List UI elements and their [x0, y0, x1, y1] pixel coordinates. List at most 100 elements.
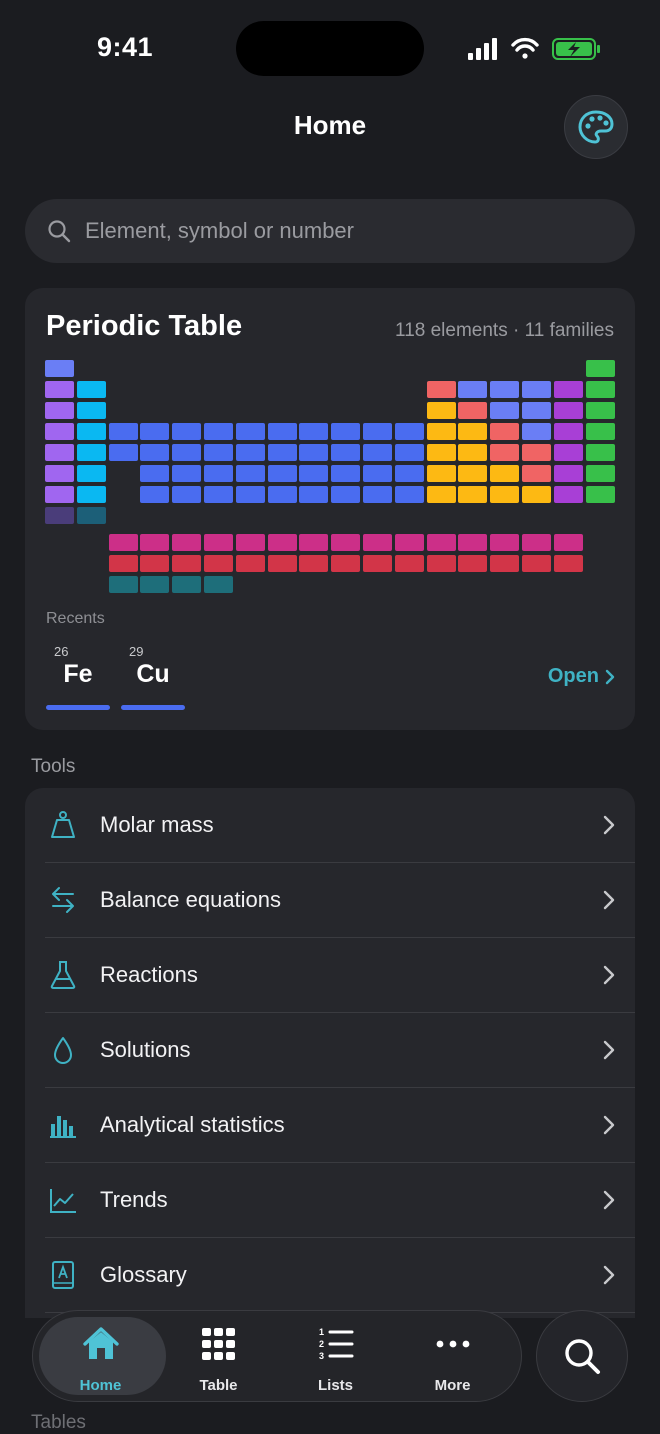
- element-symbol: Cu: [136, 660, 170, 688]
- search-bar[interactable]: [25, 199, 635, 263]
- tools-section-label: Tools: [31, 756, 76, 777]
- element-cell: [394, 555, 424, 572]
- grid-icon: [202, 1328, 235, 1360]
- status-icons: [468, 37, 600, 60]
- tab-home[interactable]: Home: [33, 1311, 166, 1401]
- element-cell: [363, 444, 392, 461]
- element-cell: [76, 507, 106, 524]
- tool-row-glossary[interactable]: Glossary: [25, 1238, 635, 1313]
- tool-row-balance-equations[interactable]: Balance equations: [25, 863, 635, 938]
- element-cell: [490, 465, 520, 482]
- element-cell: [458, 381, 488, 398]
- element-cell: [204, 486, 233, 503]
- element-cell: [267, 423, 297, 440]
- element-cell: [331, 555, 361, 572]
- element-cell: [363, 423, 392, 440]
- search-input[interactable]: [83, 217, 587, 245]
- element-cell: [522, 465, 551, 482]
- element-cell: [45, 381, 74, 398]
- tab-label: Lists: [317, 1377, 353, 1394]
- theme-button[interactable]: [564, 95, 628, 159]
- ellipsis-icon: [436, 1340, 470, 1348]
- search-button[interactable]: [536, 1310, 628, 1402]
- element-cell: [522, 534, 551, 551]
- element-cell: [426, 423, 456, 440]
- element-cell: [585, 402, 615, 419]
- element-cell: [585, 381, 615, 398]
- tools-list: Molar mass Balance equations Reactions S…: [25, 788, 635, 1318]
- tool-row-analytical-statistics[interactable]: Analytical statistics: [25, 1088, 635, 1163]
- element-cell: [458, 534, 488, 551]
- tool-row-reactions[interactable]: Reactions: [25, 938, 635, 1013]
- element-cell: [235, 423, 265, 440]
- list-icon: 1 2 3: [319, 1327, 354, 1361]
- atomic-number: 29: [129, 644, 144, 659]
- element-cell: [45, 360, 74, 377]
- element-cell: [394, 465, 424, 482]
- tool-row-solutions[interactable]: Solutions: [25, 1013, 635, 1088]
- element-cell: [363, 486, 392, 503]
- element-cell: [299, 444, 329, 461]
- element-cell: [426, 534, 456, 551]
- chevron-right-icon: [605, 669, 615, 684]
- tool-row-molar-mass[interactable]: Molar mass: [25, 788, 635, 863]
- element-cell: [426, 465, 456, 482]
- recent-element-cu[interactable]: 29 Cu: [121, 636, 185, 710]
- element-cell: [331, 534, 361, 551]
- search-icon: [565, 1339, 600, 1374]
- element-cell: [76, 444, 106, 461]
- element-cell: [140, 534, 170, 551]
- book-icon: [52, 1261, 74, 1289]
- element-cell: [299, 423, 329, 440]
- element-cell: [490, 423, 520, 440]
- chevron-right-icon: [603, 1265, 615, 1285]
- tab-table[interactable]: Table: [160, 1311, 277, 1401]
- recent-element-fe[interactable]: 26 Fe: [46, 636, 110, 710]
- cellular-signal-icon: [468, 38, 497, 60]
- tool-row-trends[interactable]: Trends: [25, 1163, 635, 1238]
- element-cell: [394, 444, 424, 461]
- element-cell: [204, 465, 233, 482]
- element-cell: [76, 402, 106, 419]
- open-label: Open: [547, 665, 599, 687]
- element-cell: [490, 534, 520, 551]
- line-chart-icon: [50, 1189, 76, 1213]
- element-cell: [267, 555, 297, 572]
- chevron-right-icon: [603, 1040, 615, 1060]
- element-cell: [267, 444, 297, 461]
- element-cell: [553, 486, 583, 503]
- element-cell: [522, 402, 551, 419]
- tab-more[interactable]: More: [394, 1311, 511, 1401]
- element-cell: [458, 444, 488, 461]
- tab-label: More: [434, 1377, 471, 1394]
- element-cell: [76, 423, 106, 440]
- tool-label: Reactions: [100, 962, 198, 987]
- element-cell: [458, 423, 488, 440]
- element-cell: [458, 465, 488, 482]
- element-cell: [172, 576, 202, 593]
- periodic-table-card[interactable]: Periodic Table 118 elements · 11 familie…: [25, 288, 635, 730]
- element-cell: [108, 576, 138, 593]
- palette-icon: [578, 110, 614, 144]
- element-cell: [522, 381, 551, 398]
- element-cell: [140, 423, 170, 440]
- element-cell: [553, 444, 583, 461]
- element-cell: [204, 444, 233, 461]
- element-cell: [267, 465, 297, 482]
- family-color-bar: [46, 705, 110, 710]
- element-cell: [331, 465, 361, 482]
- tab-label: Home: [79, 1377, 122, 1394]
- tab-lists[interactable]: 1 2 3 Lists: [277, 1311, 394, 1401]
- card-subtitle: 118 elements · 11 families: [395, 320, 614, 341]
- element-cell: [426, 486, 456, 503]
- element-cell: [172, 534, 202, 551]
- element-cell: [490, 381, 520, 398]
- house-icon: [83, 1327, 119, 1359]
- element-cell: [363, 534, 392, 551]
- open-table-button[interactable]: Open: [548, 665, 615, 688]
- element-cell: [458, 486, 488, 503]
- chevron-right-icon: [603, 890, 615, 910]
- element-cell: [363, 555, 392, 572]
- battery-icon: [552, 38, 600, 60]
- element-cell: [553, 381, 583, 398]
